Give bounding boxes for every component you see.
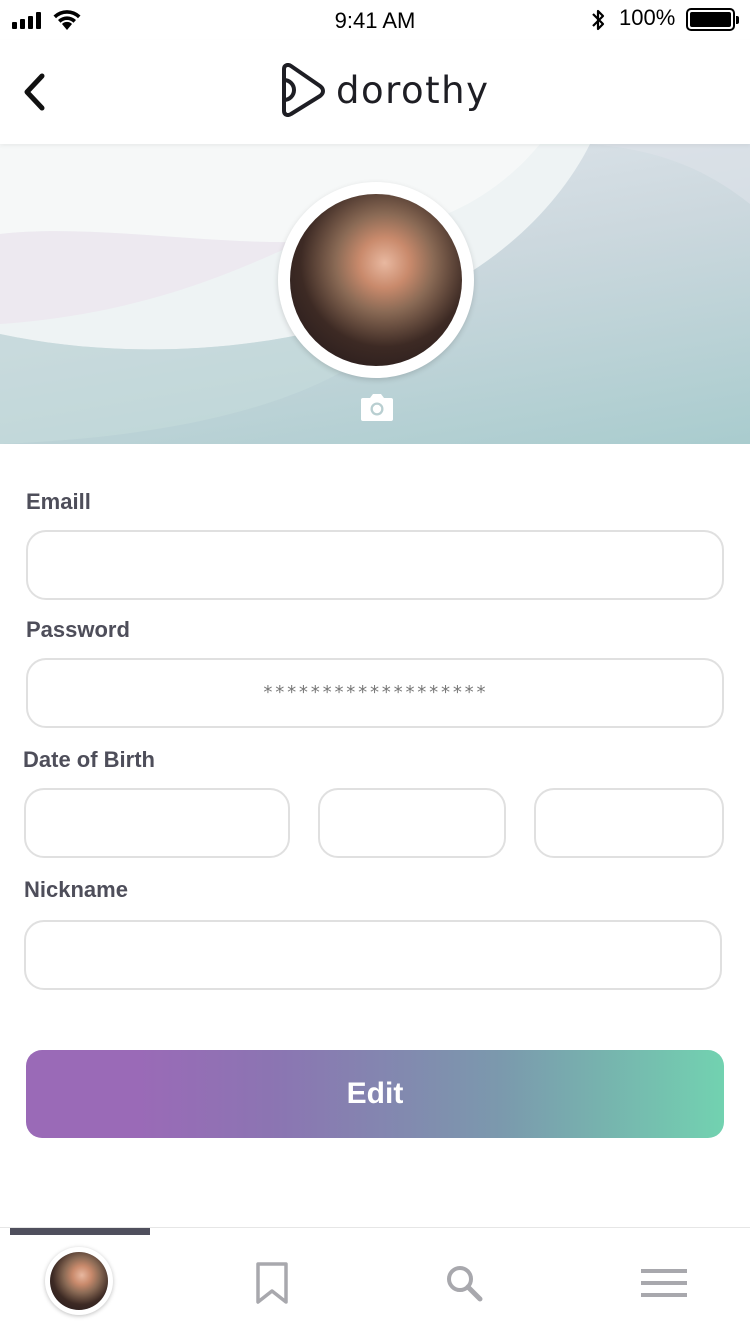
battery-percentage: 100% (619, 5, 676, 30)
tab-menu[interactable] (624, 1248, 704, 1318)
bottom-tab-bar (0, 1227, 750, 1334)
tab-search[interactable] (424, 1248, 504, 1318)
dob-month-field[interactable] (318, 788, 506, 858)
menu-icon (641, 1269, 687, 1297)
profile-avatar[interactable] (278, 182, 474, 378)
nickname-field[interactable] (24, 920, 722, 990)
back-button[interactable] (16, 70, 56, 114)
app-logo: dorothy (276, 62, 490, 118)
active-tab-indicator (10, 1228, 150, 1235)
tab-profile[interactable] (39, 1246, 119, 1316)
chevron-left-icon (24, 73, 45, 111)
logo-wordmark: dorothy (336, 68, 490, 112)
nickname-label: Nickname (24, 877, 128, 902)
battery-icon (686, 8, 739, 31)
dob-label: Date of Birth (23, 747, 155, 772)
profile-header (0, 144, 750, 444)
dob-year-field[interactable] (534, 788, 724, 858)
camera-icon[interactable] (360, 392, 394, 422)
bookmark-icon (256, 1262, 288, 1304)
dob-day-field[interactable] (24, 788, 290, 858)
password-label: Password (26, 617, 130, 642)
avatar-photo (290, 194, 462, 366)
password-field[interactable]: ******************* (26, 658, 724, 728)
email-field[interactable] (26, 530, 724, 600)
tab-bookmarks[interactable] (232, 1248, 312, 1318)
search-icon (447, 1266, 483, 1302)
profile-tab-avatar (45, 1247, 113, 1315)
bluetooth-icon (592, 9, 605, 31)
edit-button[interactable]: Edit (26, 1050, 724, 1138)
top-nav-bar: dorothy (0, 40, 750, 144)
status-bar: 9:41 AM 100% (0, 0, 750, 40)
dorothy-logo-icon (282, 63, 325, 117)
email-label: Emaill (26, 489, 91, 514)
